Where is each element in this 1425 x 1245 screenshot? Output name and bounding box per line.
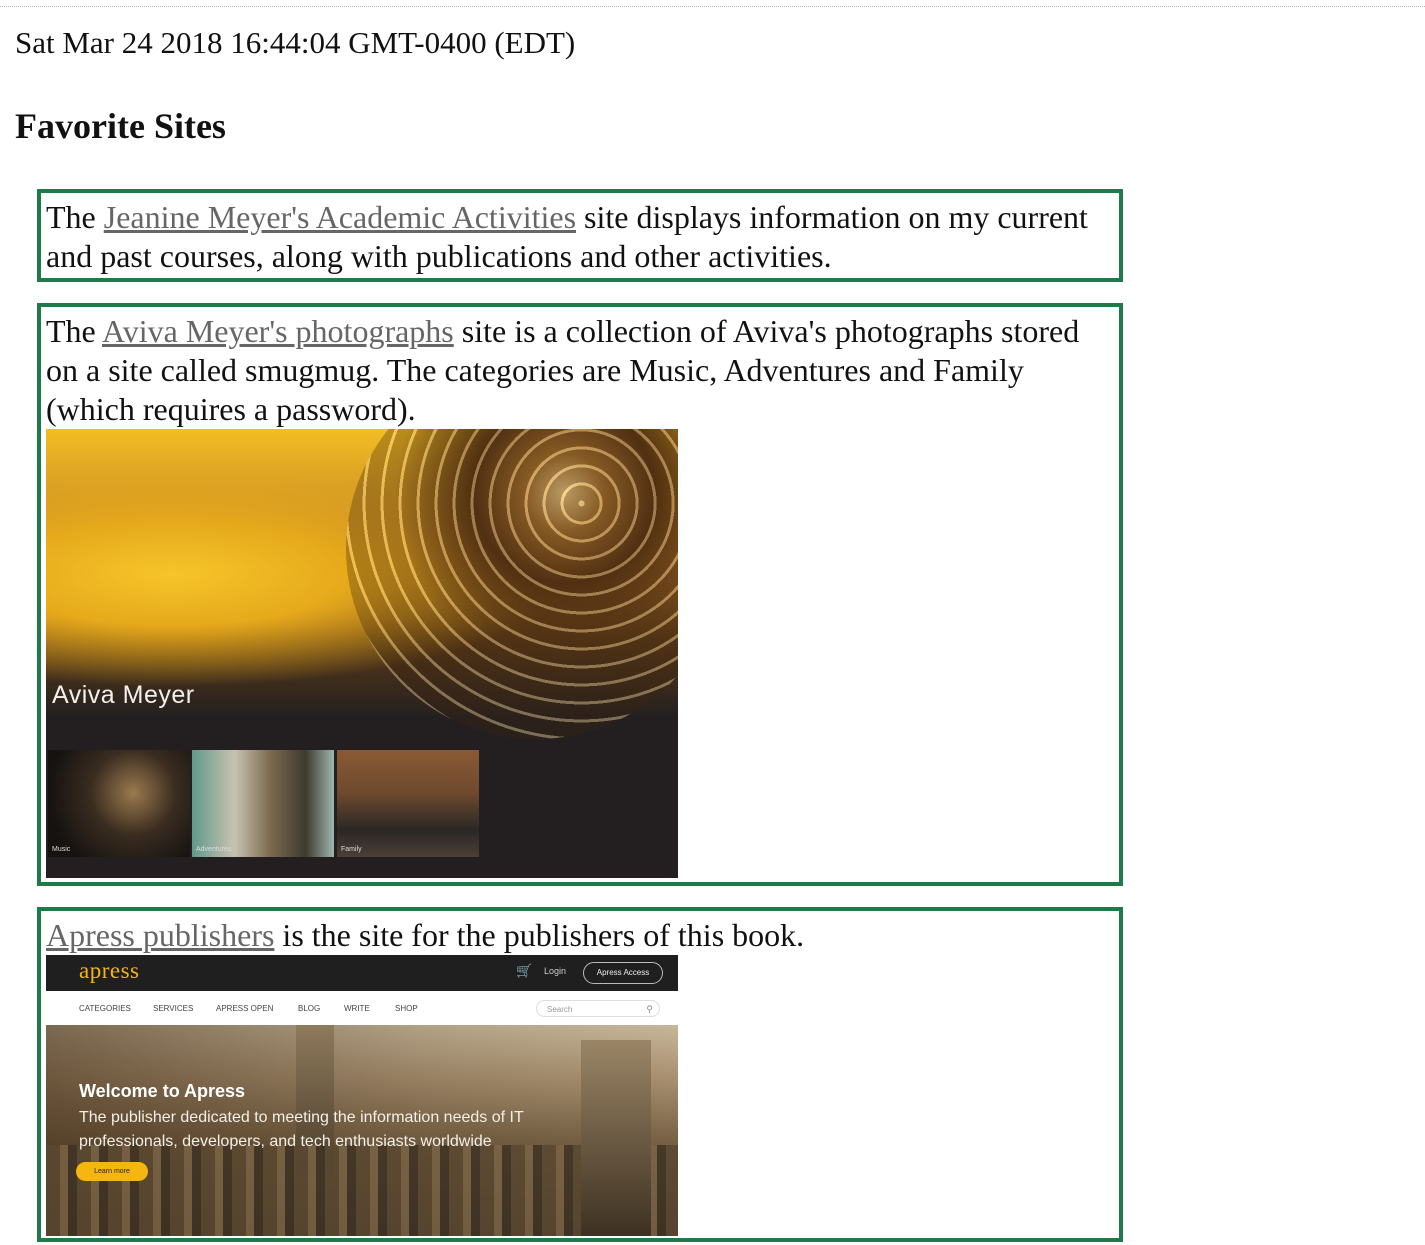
photographer-name: Aviva Meyer bbox=[52, 681, 195, 709]
smugmug-screenshot-image: Aviva Meyer Music Adventures Family bbox=[46, 429, 678, 878]
hero-title: Welcome to Apress bbox=[79, 1081, 246, 1101]
login-label: Login bbox=[544, 966, 567, 976]
search-icon: ⚲ bbox=[646, 1004, 653, 1014]
nav-item-services: SERVICES bbox=[153, 1004, 194, 1013]
gallery-tile-music: Music bbox=[48, 750, 190, 857]
apress-header-bar: apress 🛒 Login Apress Access bbox=[46, 955, 678, 991]
site-item-photographs: The Aviva Meyer's photographs site is a … bbox=[37, 303, 1123, 886]
gallery-tile-adventures: Adventures bbox=[192, 750, 334, 857]
city-skyline-photo: Welcome to Apress The publisher dedicate… bbox=[46, 1025, 678, 1236]
nav-item-categories: CATEGORIES bbox=[79, 1004, 131, 1013]
academic-activities-link[interactable]: Jeanine Meyer's Academic Activities bbox=[104, 199, 576, 235]
nav-item-write: WRITE bbox=[344, 1004, 370, 1013]
gallery-label: Adventures bbox=[196, 846, 232, 853]
site-description: Apress publishers is the site for the pu… bbox=[46, 916, 1106, 955]
description-text: is the site for the publishers of this b… bbox=[274, 917, 805, 953]
learn-more-button: Learn more bbox=[76, 1162, 148, 1181]
apress-logo: apress bbox=[79, 958, 140, 983]
site-description: The Jeanine Meyer's Academic Activities … bbox=[46, 198, 1106, 276]
apress-screenshot-image: apress 🛒 Login Apress Access CATEGORIES … bbox=[46, 955, 678, 1236]
gallery-label: Music bbox=[52, 846, 71, 853]
top-divider bbox=[0, 6, 1425, 7]
cart-icon: 🛒 bbox=[516, 964, 533, 979]
search-field: Search ⚲ bbox=[536, 1000, 660, 1017]
description-prefix: The bbox=[46, 313, 102, 349]
nav-item-blog: BLOG bbox=[298, 1004, 321, 1013]
site-item-academic: The Jeanine Meyer's Academic Activities … bbox=[37, 189, 1123, 282]
site-description: The Aviva Meyer's photographs site is a … bbox=[46, 312, 1106, 429]
photographs-link[interactable]: Aviva Meyer's photographs bbox=[102, 313, 454, 349]
nav-item-shop: SHOP bbox=[395, 1004, 418, 1013]
site-item-apress: Apress publishers is the site for the pu… bbox=[37, 907, 1123, 1242]
description-prefix: The bbox=[46, 199, 104, 235]
hero-text: The publisher dedicated to meeting the i… bbox=[79, 1109, 524, 1150]
page-title: Favorite Sites bbox=[15, 106, 226, 146]
skyscraper-shape bbox=[581, 1040, 651, 1236]
search-placeholder: Search bbox=[547, 1005, 573, 1014]
timestamp: Sat Mar 24 2018 16:44:04 GMT-0400 (EDT) bbox=[15, 25, 576, 60]
gallery-label: Family bbox=[341, 846, 362, 853]
apress-access-button: Apress Access bbox=[583, 962, 663, 984]
apress-link[interactable]: Apress publishers bbox=[46, 917, 274, 953]
gallery-tile-family: Family bbox=[337, 750, 479, 857]
nav-item-apress-open: APRESS OPEN bbox=[216, 1004, 274, 1013]
apress-nav: CATEGORIES SERVICES APRESS OPEN BLOG WRI… bbox=[46, 991, 678, 1026]
